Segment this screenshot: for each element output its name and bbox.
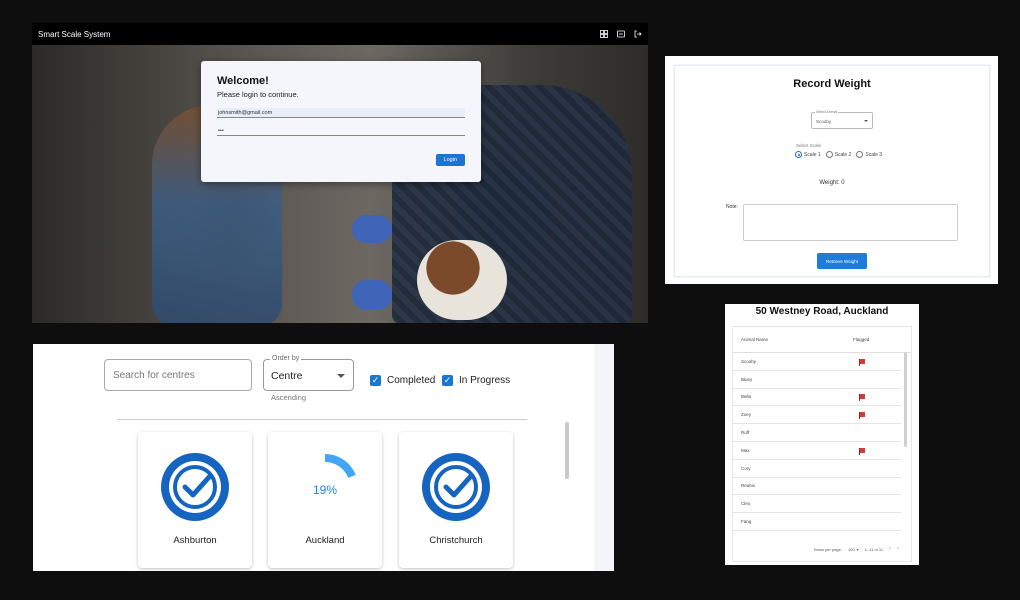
scale-icon[interactable] xyxy=(616,30,625,39)
animal-select-label: Select Animal xyxy=(815,110,839,114)
table-row[interactable]: Fang xyxy=(733,513,901,531)
retrieve-weight-button[interactable]: Retrieve Weight xyxy=(817,253,867,269)
animal-name: Reubix xyxy=(741,483,756,489)
search-input[interactable]: Search for centres xyxy=(104,359,252,391)
rows-per-page-label: Rows per page: xyxy=(813,546,842,552)
column-header[interactable]: Flagged xyxy=(853,337,869,342)
table-row[interactable]: Ruff xyxy=(733,424,901,442)
checkbox-checked-icon: ✓ xyxy=(370,375,381,386)
chevron-down-icon xyxy=(864,120,868,122)
animal-name: Cory xyxy=(741,465,751,471)
centres-screen: Search for centres Order by Centre Ascen… xyxy=(33,344,614,571)
table-pagination: Rows per page: 100 ▾ 1–11 of 11 ‹ › xyxy=(733,537,911,561)
animal-select-value: Scooby xyxy=(816,119,832,124)
previous-page-icon[interactable]: ‹ xyxy=(889,546,891,552)
order-by-value: Centre xyxy=(271,370,303,382)
completed-check-icon xyxy=(422,453,490,521)
record-weight-screen: Record Weight Select Animal Scooby Selec… xyxy=(665,56,998,284)
weight-readout: Weight: 0 xyxy=(819,180,845,186)
completed-check-icon xyxy=(161,453,229,521)
scale-radio-3[interactable]: Scale 3 xyxy=(856,151,882,158)
table-row[interactable]: Zoey xyxy=(733,406,901,425)
animal-name: Fang xyxy=(741,519,752,525)
order-direction[interactable]: Ascending xyxy=(271,393,306,402)
scale-radio-2[interactable]: Scale 2 xyxy=(825,151,851,158)
app-title: Smart Scale System xyxy=(38,29,111,39)
progress-percent: 19% xyxy=(312,483,338,497)
location-title: 50 Westney Road, Auckland xyxy=(755,306,889,317)
table-row[interactable]: Reubix xyxy=(733,478,901,496)
table-row[interactable]: Cleo xyxy=(733,495,901,514)
centre-card-ashburton[interactable]: Ashburton xyxy=(138,432,252,568)
login-button[interactable]: Login xyxy=(435,154,465,166)
filter-in-progress[interactable]: ✓ In Progress xyxy=(442,375,510,386)
flag-icon xyxy=(859,394,865,402)
login-dialog: Welcome! Please login to continue. johns… xyxy=(201,61,481,182)
email-field[interactable]: johnsmith@gmail.com xyxy=(217,108,465,118)
centre-name: Christchurch xyxy=(429,535,483,546)
animals-table: Animal Name Flagged Scooby Bluey Bella Zoey… xyxy=(732,326,912,562)
animal-name: Bluey xyxy=(741,376,753,382)
animal-select[interactable]: Select Animal Scooby xyxy=(811,110,873,129)
table-row[interactable]: Bluey xyxy=(733,371,901,389)
login-title: Welcome! xyxy=(217,75,269,87)
order-by-select[interactable]: Order by Centre xyxy=(263,355,354,391)
scale-label: Select Scale xyxy=(796,143,822,148)
note-textarea[interactable] xyxy=(743,204,958,241)
password-field[interactable]: ••• xyxy=(217,126,465,136)
flag-icon xyxy=(859,447,865,455)
table-row[interactable]: Max xyxy=(733,442,901,460)
animal-name: Max xyxy=(741,447,750,453)
animal-name: Bella xyxy=(741,394,752,400)
flag-icon xyxy=(859,358,865,366)
chevron-down-icon xyxy=(337,374,345,378)
divider xyxy=(117,419,527,420)
rows-per-page-select[interactable]: 100 ▾ xyxy=(848,547,859,552)
checkbox-checked-icon: ✓ xyxy=(442,375,453,386)
scrollbar[interactable] xyxy=(904,352,907,447)
scale-radio-group: Scale 1 Scale 2 Scale 3 xyxy=(795,151,882,158)
table-row[interactable]: Cory xyxy=(733,460,901,478)
logout-icon[interactable] xyxy=(633,30,642,39)
centre-card-christchurch[interactable]: Christchurch xyxy=(399,432,513,568)
table-row[interactable]: Bella xyxy=(733,389,901,407)
record-weight-card: Record Weight Select Animal Scooby Selec… xyxy=(674,65,990,277)
animal-name: Zoey xyxy=(741,412,752,418)
animal-name: Scooby xyxy=(741,358,757,364)
page-range: 1–11 of 11 xyxy=(864,546,883,552)
centre-card-auckland[interactable]: 19% Auckland xyxy=(268,432,382,568)
order-by-label: Order by xyxy=(270,355,302,362)
animal-name: Cleo xyxy=(741,501,751,507)
animal-name: Ruff xyxy=(741,430,750,436)
table-row[interactable]: Scooby xyxy=(733,353,901,371)
flag-icon xyxy=(859,412,865,420)
note-label: Note: xyxy=(726,204,738,210)
chevron-down-icon: ▾ xyxy=(856,546,859,552)
login-screen: Smart Scale System Welcome! Please login… xyxy=(32,23,648,323)
dashboard-icon[interactable] xyxy=(599,30,608,39)
scale-radio-1[interactable]: Scale 1 xyxy=(795,151,821,158)
record-weight-title: Record Weight xyxy=(793,78,871,90)
next-page-icon[interactable]: › xyxy=(897,546,899,552)
centre-name: Auckland xyxy=(305,535,345,546)
animals-screen: 50 Westney Road, Auckland Animal Name Fl… xyxy=(725,304,919,565)
table-header: Animal Name Flagged xyxy=(733,327,911,353)
login-subtitle: Please login to continue. xyxy=(217,90,299,99)
centre-name: Ashburton xyxy=(173,535,217,546)
filter-completed[interactable]: ✓ Completed xyxy=(370,375,435,386)
scrollbar[interactable] xyxy=(565,422,569,479)
app-header: Smart Scale System xyxy=(32,23,648,45)
column-header[interactable]: Animal Name xyxy=(741,337,853,342)
